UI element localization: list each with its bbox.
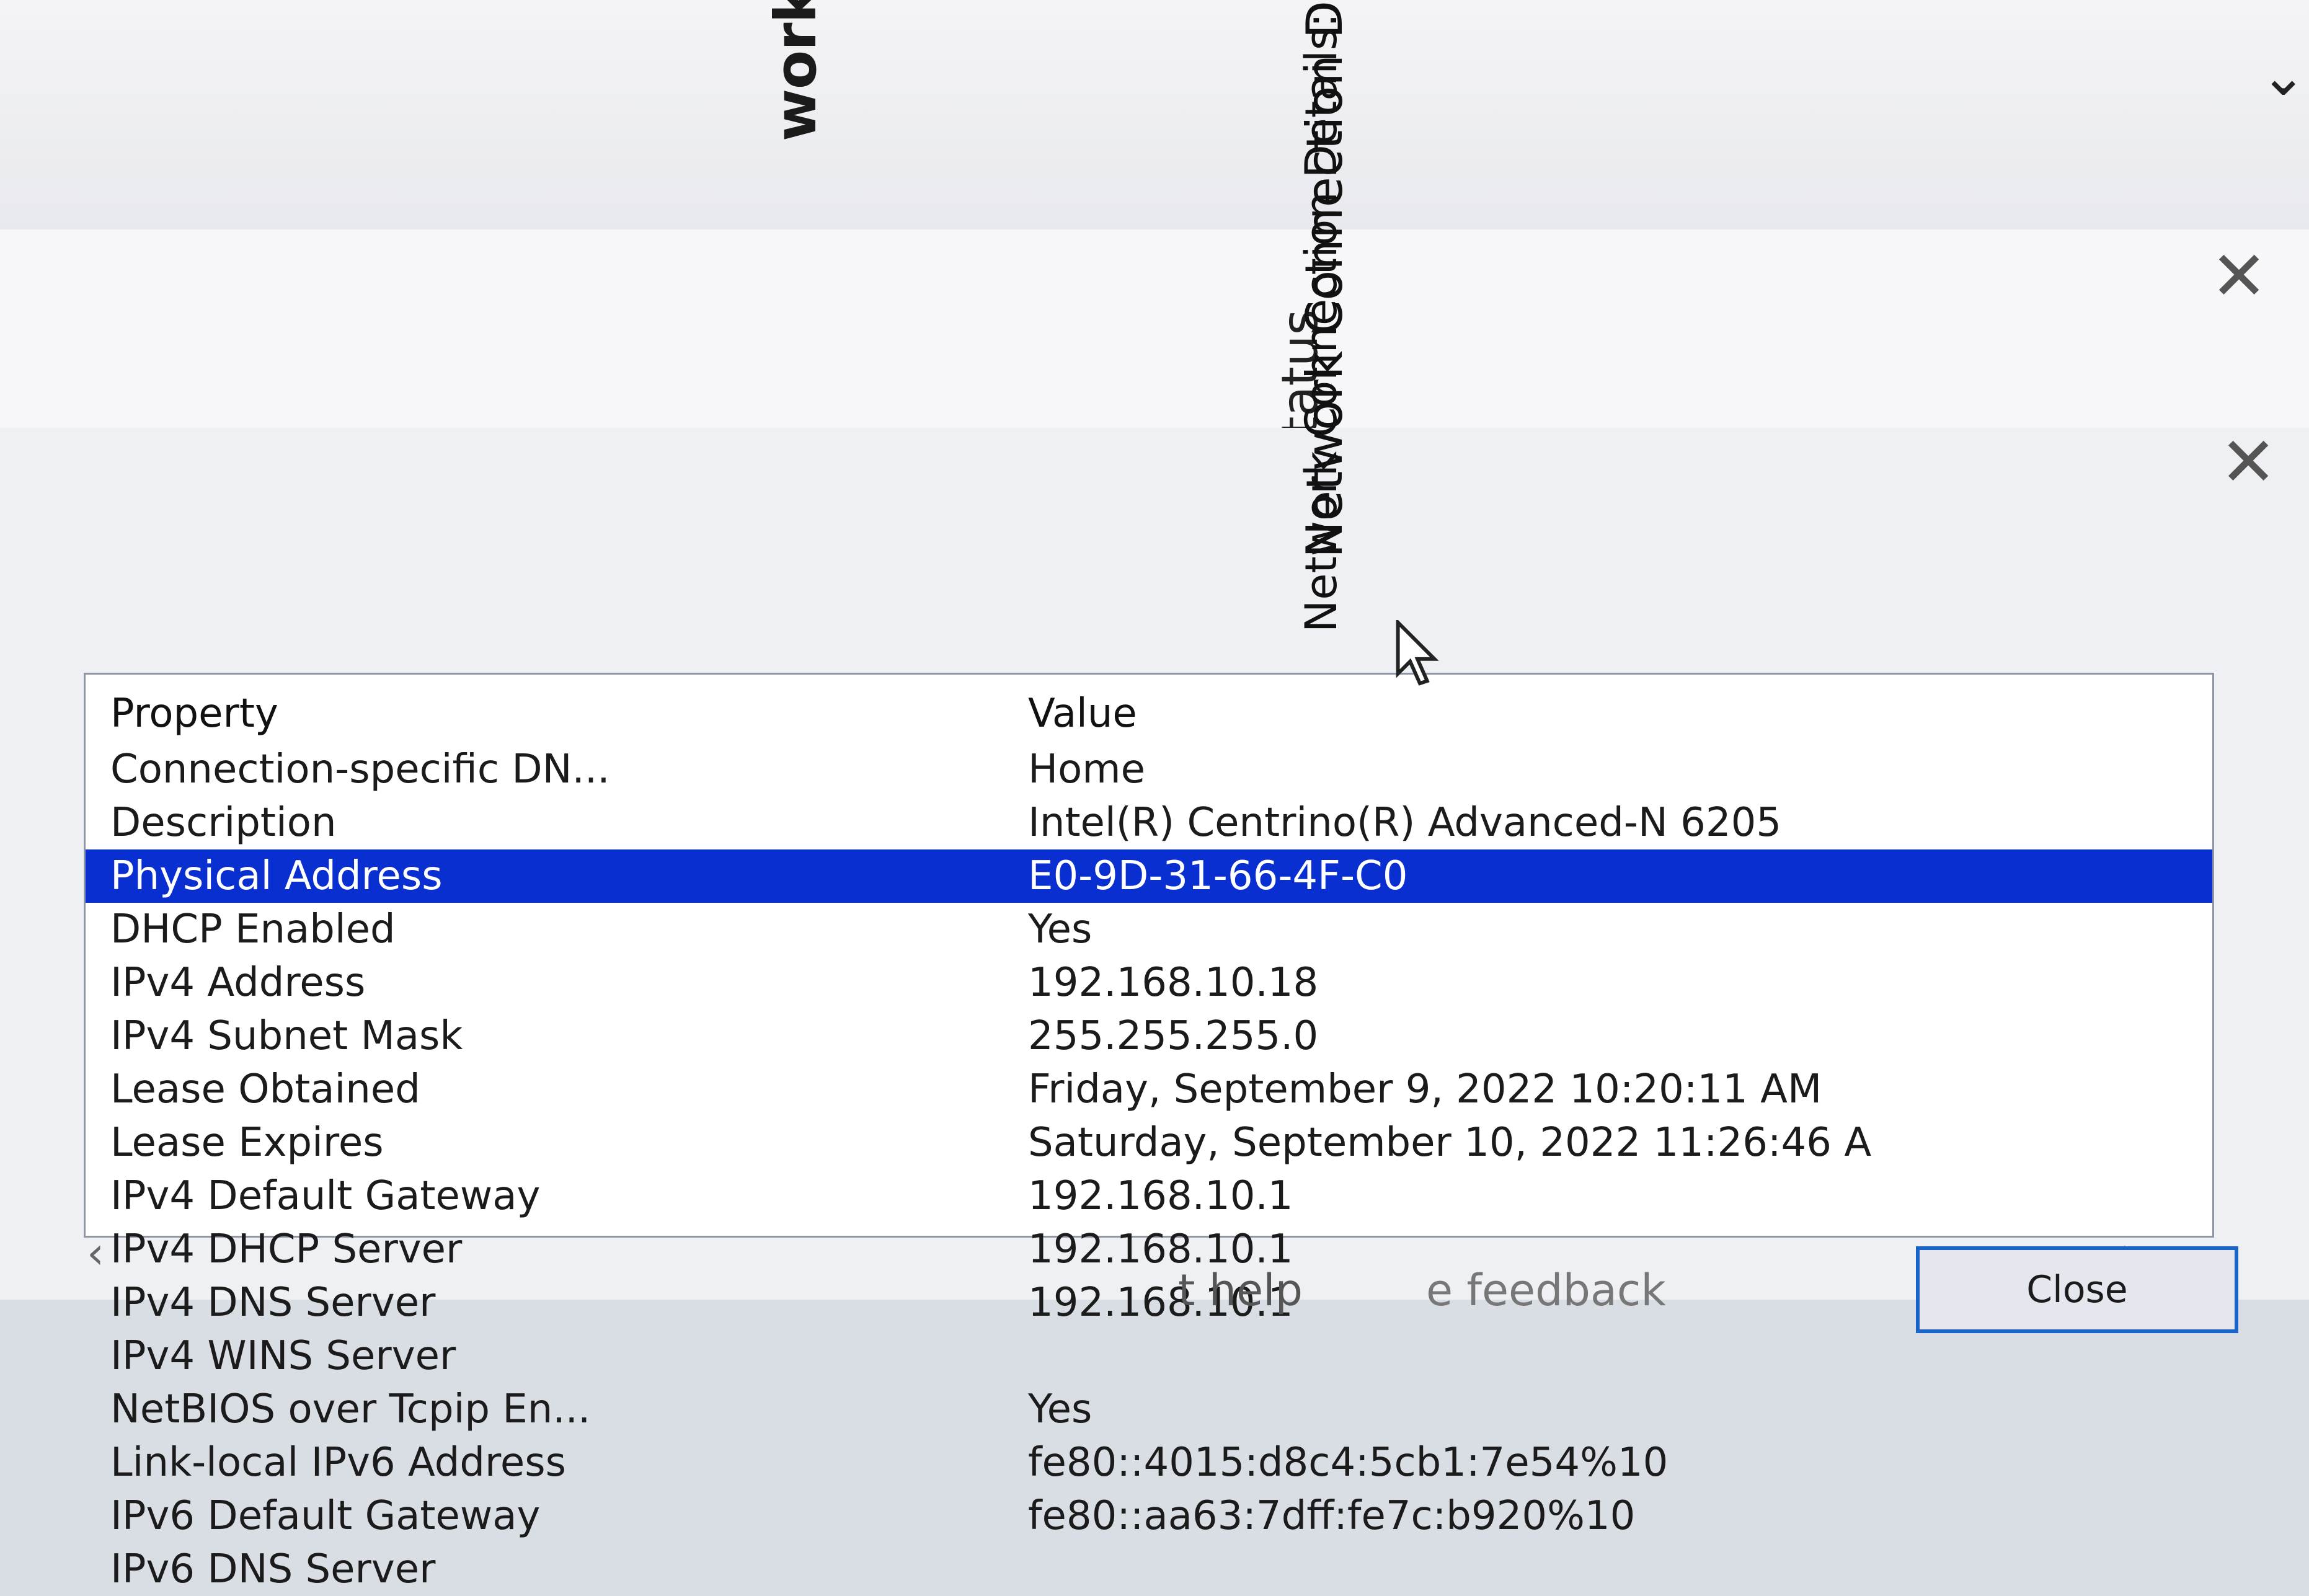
table-row[interactable]: Lease Obtained Friday, September 9, 2022 … <box>86 1063 2212 1116</box>
property-cell: IPv4 Subnet Mask <box>110 1013 463 1059</box>
wifi-status-window: Wi-Fi Status <box>0 229 2309 601</box>
table-row[interactable]: DHCP Enabled Yes <box>86 903 2212 956</box>
help-link[interactable]: t help <box>1178 1265 1303 1316</box>
chevron-down-icon[interactable]: ⌄ <box>2260 48 2307 104</box>
mouse-cursor-icon <box>1396 620 1439 686</box>
property-cell: Physical Address <box>110 853 443 899</box>
value-cell: fe80::4015:d8c4:5cb1:7e54%10 <box>1028 1440 1669 1486</box>
property-cell: Lease Expires <box>110 1120 384 1166</box>
list-header: Property Value <box>86 687 2212 740</box>
property-cell: NetBIOS over Tcpip En... <box>110 1386 591 1432</box>
network-sharing-center-title: work and Sharing Center <box>763 0 829 141</box>
property-cell: IPv4 Default Gateway <box>110 1173 541 1219</box>
value-cell: Intel(R) Centrino(R) Advanced-N 6205 <box>1028 800 1782 846</box>
value-cell: fe80::aa63:7dff:fe7c:b920%10 <box>1028 1493 1636 1539</box>
table-row[interactable]: IPv4 Address 192.168.10.18 <box>86 956 2212 1009</box>
value-cell: Friday, September 9, 2022 10:20:11 AM <box>1028 1066 1822 1112</box>
column-header-property[interactable]: Property <box>110 687 278 740</box>
property-cell: IPv4 Address <box>110 960 366 1006</box>
table-row[interactable]: NetBIOS over Tcpip En... Yes <box>86 1383 2212 1436</box>
value-cell: Saturday, September 10, 2022 11:26:46 A <box>1028 1120 1872 1166</box>
close-icon[interactable]: ✕ <box>2210 242 2267 310</box>
section-label: Network Connection Details: <box>1296 12 1347 632</box>
close-button[interactable]: Close <box>1916 1246 2238 1333</box>
table-row[interactable]: IPv4 Subnet Mask 255.255.255.0 <box>86 1009 2212 1063</box>
table-row[interactable]: IPv4 DNS Server 192.168.10.1 <box>86 1276 2212 1329</box>
table-row[interactable]: IPv6 DNS Server <box>86 1543 2212 1596</box>
network-sharing-center-window: work and Sharing Center ⌄ <box>0 0 2309 231</box>
property-cell: IPv6 Default Gateway <box>110 1493 541 1539</box>
property-cell: IPv4 DHCP Server <box>110 1226 463 1272</box>
value-cell: 192.168.10.1 <box>1028 1173 1293 1219</box>
table-row[interactable]: IPv6 Default Gateway fe80::aa63:7dff:fe7c… <box>86 1489 2212 1543</box>
property-cell: Connection-specific DN... <box>110 747 610 792</box>
table-row[interactable]: Physical Address E0-9D-31-66-4F-C0 <box>86 849 2212 903</box>
table-row[interactable]: IPv4 Default Gateway 192.168.10.1 <box>86 1169 2212 1223</box>
connection-details-list[interactable]: Property Value Connection-specific DN...… <box>84 673 2214 1592</box>
table-row[interactable]: IPv4 DHCP Server 192.168.10.1 <box>86 1223 2212 1276</box>
value-cell: E0-9D-31-66-4F-C0 <box>1028 853 1408 899</box>
scroll-left-icon[interactable]: ‹ <box>87 1228 104 1279</box>
property-cell: Description <box>110 800 337 846</box>
feedback-link[interactable]: e feedback <box>1426 1265 1666 1316</box>
property-cell: DHCP Enabled <box>110 907 396 952</box>
column-header-value[interactable]: Value <box>1028 687 1137 740</box>
property-cell: IPv4 WINS Server <box>110 1333 456 1379</box>
value-cell: Yes <box>1028 1386 1092 1432</box>
table-row[interactable]: Description Intel(R) Centrino(R) Advanced… <box>86 796 2212 849</box>
close-icon[interactable]: ✕ <box>2220 428 2277 496</box>
table-row[interactable]: IPv4 WINS Server <box>86 1329 2212 1383</box>
property-cell: Lease Obtained <box>110 1066 420 1112</box>
table-row[interactable]: Lease Expires Saturday, September 10, 202… <box>86 1116 2212 1169</box>
value-cell: Home <box>1028 747 1145 792</box>
value-cell: 255.255.255.0 <box>1028 1013 1319 1059</box>
value-cell: Yes <box>1028 907 1092 952</box>
property-cell: IPv4 DNS Server <box>110 1280 436 1326</box>
value-cell: 192.168.10.18 <box>1028 960 1319 1006</box>
table-row[interactable]: Link-local IPv6 Address fe80::4015:d8c4:5… <box>86 1436 2212 1489</box>
property-cell: IPv6 DNS Server <box>110 1546 436 1592</box>
table-row[interactable]: Connection-specific DN... Home <box>86 743 2212 796</box>
property-cell: Link-local IPv6 Address <box>110 1440 566 1486</box>
